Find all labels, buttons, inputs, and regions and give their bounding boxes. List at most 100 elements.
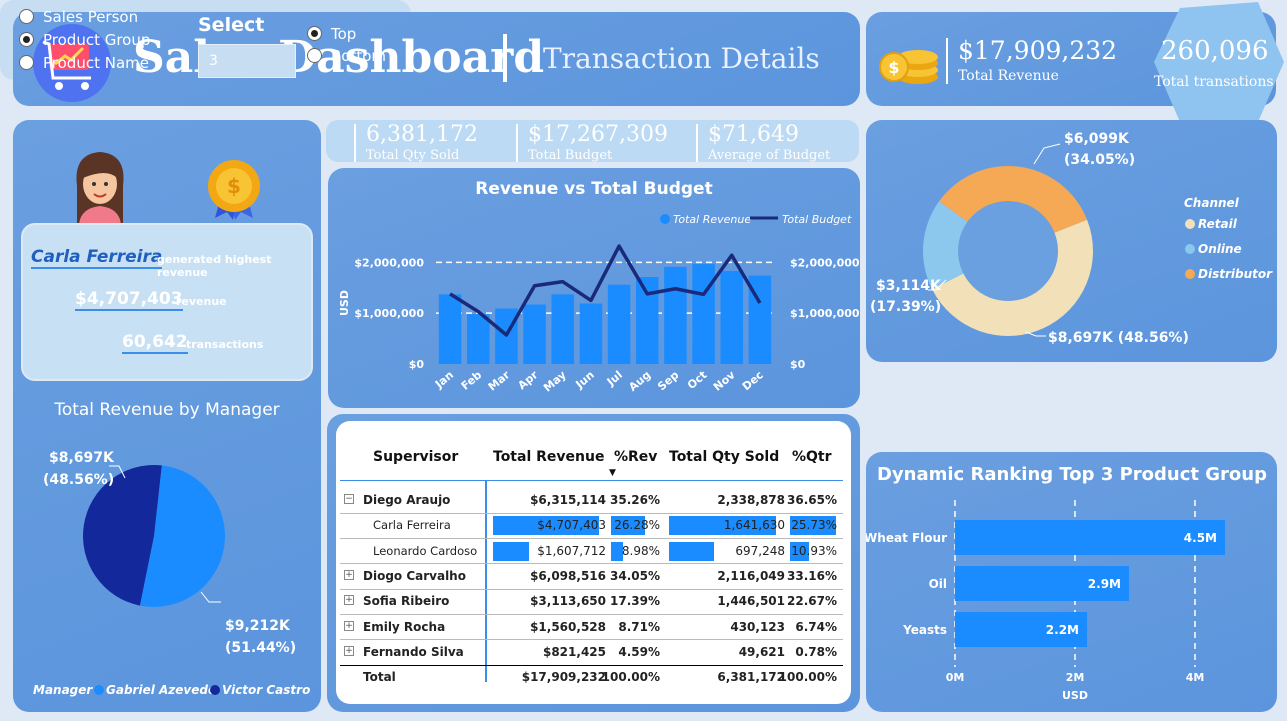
table-cell-pct-qtr: 100.00% [778, 670, 837, 685]
table-cell-pct-rev: 26.28% [614, 518, 660, 533]
top-performer-name: Carla Ferreira [31, 247, 163, 269]
header-divider [340, 480, 843, 481]
total-qty-sold-label: Total Qty Sold [366, 148, 460, 163]
legend-marker-distributor [1185, 269, 1195, 279]
legend-label-victor: Victor Castro [222, 683, 310, 697]
radio-product-name[interactable] [19, 55, 34, 70]
legend-marker-victor [210, 685, 220, 695]
header-total-qty[interactable]: Total Qty Sold [669, 449, 779, 465]
ranking-bar-value: 2.2M [1046, 623, 1079, 637]
legend-marker-gabriel [94, 685, 104, 695]
product-ranking-chart: Dynamic Ranking Top 3 Product Group 4.5M W… [864, 464, 1267, 702]
legend-label-retail: Retail [1198, 217, 1238, 231]
total-revenue-label: Total Revenue [958, 68, 1059, 84]
revenue-bar [466, 314, 490, 364]
table-cell-name: Diogo Carvalho [363, 568, 466, 583]
table-cell-pct-qtr: 36.65% [787, 493, 837, 507]
table-cell-name: Sofia Ribeiro [363, 594, 450, 609]
row-divider [340, 639, 843, 641]
y-axis-label: USD [338, 290, 351, 316]
manager-chart-title: Total Revenue by Manager [54, 400, 280, 420]
header-pct-rev[interactable]: %Rev [614, 449, 657, 465]
x-tick-label: Oct [685, 368, 710, 392]
sort-desc-icon[interactable]: ▼ [609, 468, 616, 478]
x-axis-label: USD [1062, 689, 1088, 702]
select-label: Select [198, 14, 265, 36]
header-total-revenue[interactable]: Total Revenue [493, 449, 604, 465]
table-cell-revenue: $4,707,403 [537, 518, 606, 533]
row-divider [340, 664, 843, 666]
ranking-category-label: Wheat Flour [866, 531, 947, 545]
kpi-separator [516, 124, 518, 162]
table-cell-qty: 1,641,630 [723, 518, 785, 533]
expand-icon[interactable]: + [344, 595, 354, 606]
radio-product-group[interactable] [19, 32, 34, 47]
y-tick-left: $0 [409, 358, 425, 371]
table-cell-qty: 6,381,172 [717, 670, 785, 685]
manager-legend-title: Manager [33, 683, 93, 697]
x-tick-label: Dec [740, 368, 766, 393]
revenue-bar [664, 266, 687, 364]
revenue-vs-budget-chart: Revenue vs Total Budget Total Revenue Tota… [338, 179, 860, 394]
table-cell-qty: 2,116,049 [717, 568, 785, 583]
supervisor-table-panel: Supervisor Total Revenue %Rev ▼ Total Qty So… [327, 414, 860, 712]
ranking-bar-value: 2.9M [1088, 577, 1121, 591]
medal-icon: $ [203, 156, 265, 226]
total-budget-label: Total Budget [528, 148, 613, 163]
collapse-icon[interactable]: − [344, 494, 354, 504]
select-count-input[interactable]: 3 [198, 44, 296, 78]
chart-title: Revenue vs Total Budget [475, 179, 712, 199]
chart-title: Dynamic Ranking Top 3 Product Group [877, 464, 1267, 485]
radio-label-top: Top [331, 25, 357, 43]
kpi-separator [946, 38, 948, 84]
expand-icon[interactable]: + [344, 645, 354, 656]
table-cell-revenue: $1,560,528 [530, 619, 606, 634]
page-subtitle: Transaction Details [543, 42, 820, 75]
manager-label-gabriel: $9,212K [225, 618, 291, 634]
legend-label-revenue: Total Revenue [673, 213, 751, 226]
table-cell-pct-qtr: 0.78% [795, 644, 837, 659]
data-bar-pct-rev [611, 541, 623, 561]
table-cell-qty: 430,123 [730, 619, 785, 634]
y-tick-left: $2,000,000 [354, 256, 424, 269]
header-pct-qtr[interactable]: %Qtr [792, 449, 832, 465]
x-tick-label: Nov [711, 368, 738, 394]
kpi-top-panel: $ $17,909,232 Total Revenue 260,096 Tota… [866, 2, 1284, 122]
table-cell-qty: 2,338,878 [717, 493, 785, 507]
svg-text:$: $ [227, 174, 241, 198]
title-divider [503, 34, 507, 82]
top-performer-caption: generated highest revenue [157, 253, 272, 279]
average-budget-value: $71,649 [708, 122, 799, 147]
header-supervisor[interactable]: Supervisor [373, 449, 458, 465]
x-tick-label: 0M [946, 671, 965, 684]
table-cell-pct-rev: 17.39% [610, 594, 660, 609]
data-bar-revenue [493, 541, 530, 561]
radio-sales-person[interactable] [19, 9, 34, 24]
top-performer-card: Carla Ferreira generated highest revenue… [21, 223, 313, 381]
total-transactions-label: Total transations [1154, 74, 1274, 90]
legend-marker-online [1185, 244, 1195, 254]
table-cell-pct-qtr: 10.93% [791, 543, 837, 558]
legend-label-online: Online [1198, 242, 1242, 256]
row-divider [340, 563, 843, 565]
leader-line [200, 591, 221, 603]
y-tick-right: $0 [790, 358, 806, 371]
x-tick-label: Apr [515, 368, 541, 392]
manager-label-victor-pct: (48.56%) [43, 472, 114, 488]
average-budget-label: Average of Budget [708, 148, 831, 163]
table-cell-pct-rev: 34.05% [610, 568, 660, 583]
y-tick-left: $1,000,000 [354, 307, 424, 320]
top-performer-panel: $ Carla Ferreira generated highest reven… [13, 120, 321, 712]
expand-icon[interactable]: + [344, 620, 354, 631]
donut-label-retail: $8,697K (48.56%) [1048, 330, 1189, 346]
x-tick-label: May [541, 368, 569, 394]
revenue-bar [692, 263, 715, 364]
ranking-category-label: Yeasts [902, 623, 947, 637]
y-tick-right: $1,000,000 [790, 307, 860, 320]
radio-bottom[interactable] [307, 48, 322, 63]
radio-top[interactable] [307, 26, 322, 41]
coins-icon: $ [878, 37, 942, 91]
svg-text:$: $ [888, 58, 899, 77]
expand-icon[interactable]: + [344, 569, 354, 580]
top-performer-transactions-label: transactions [186, 338, 264, 351]
